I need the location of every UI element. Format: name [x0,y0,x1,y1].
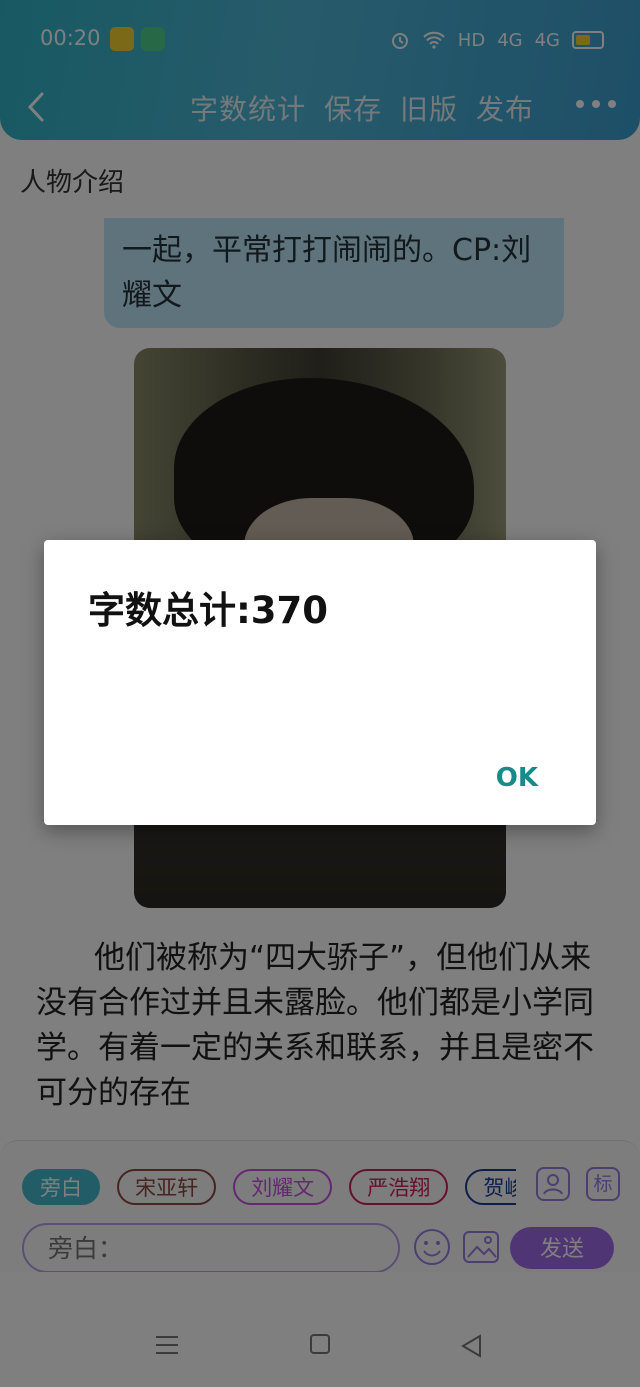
dialog-message: 字数总计:370 [88,589,329,632]
word-count-dialog: 字数总计:370 OK [44,540,596,825]
ok-button[interactable]: OK [496,763,538,793]
